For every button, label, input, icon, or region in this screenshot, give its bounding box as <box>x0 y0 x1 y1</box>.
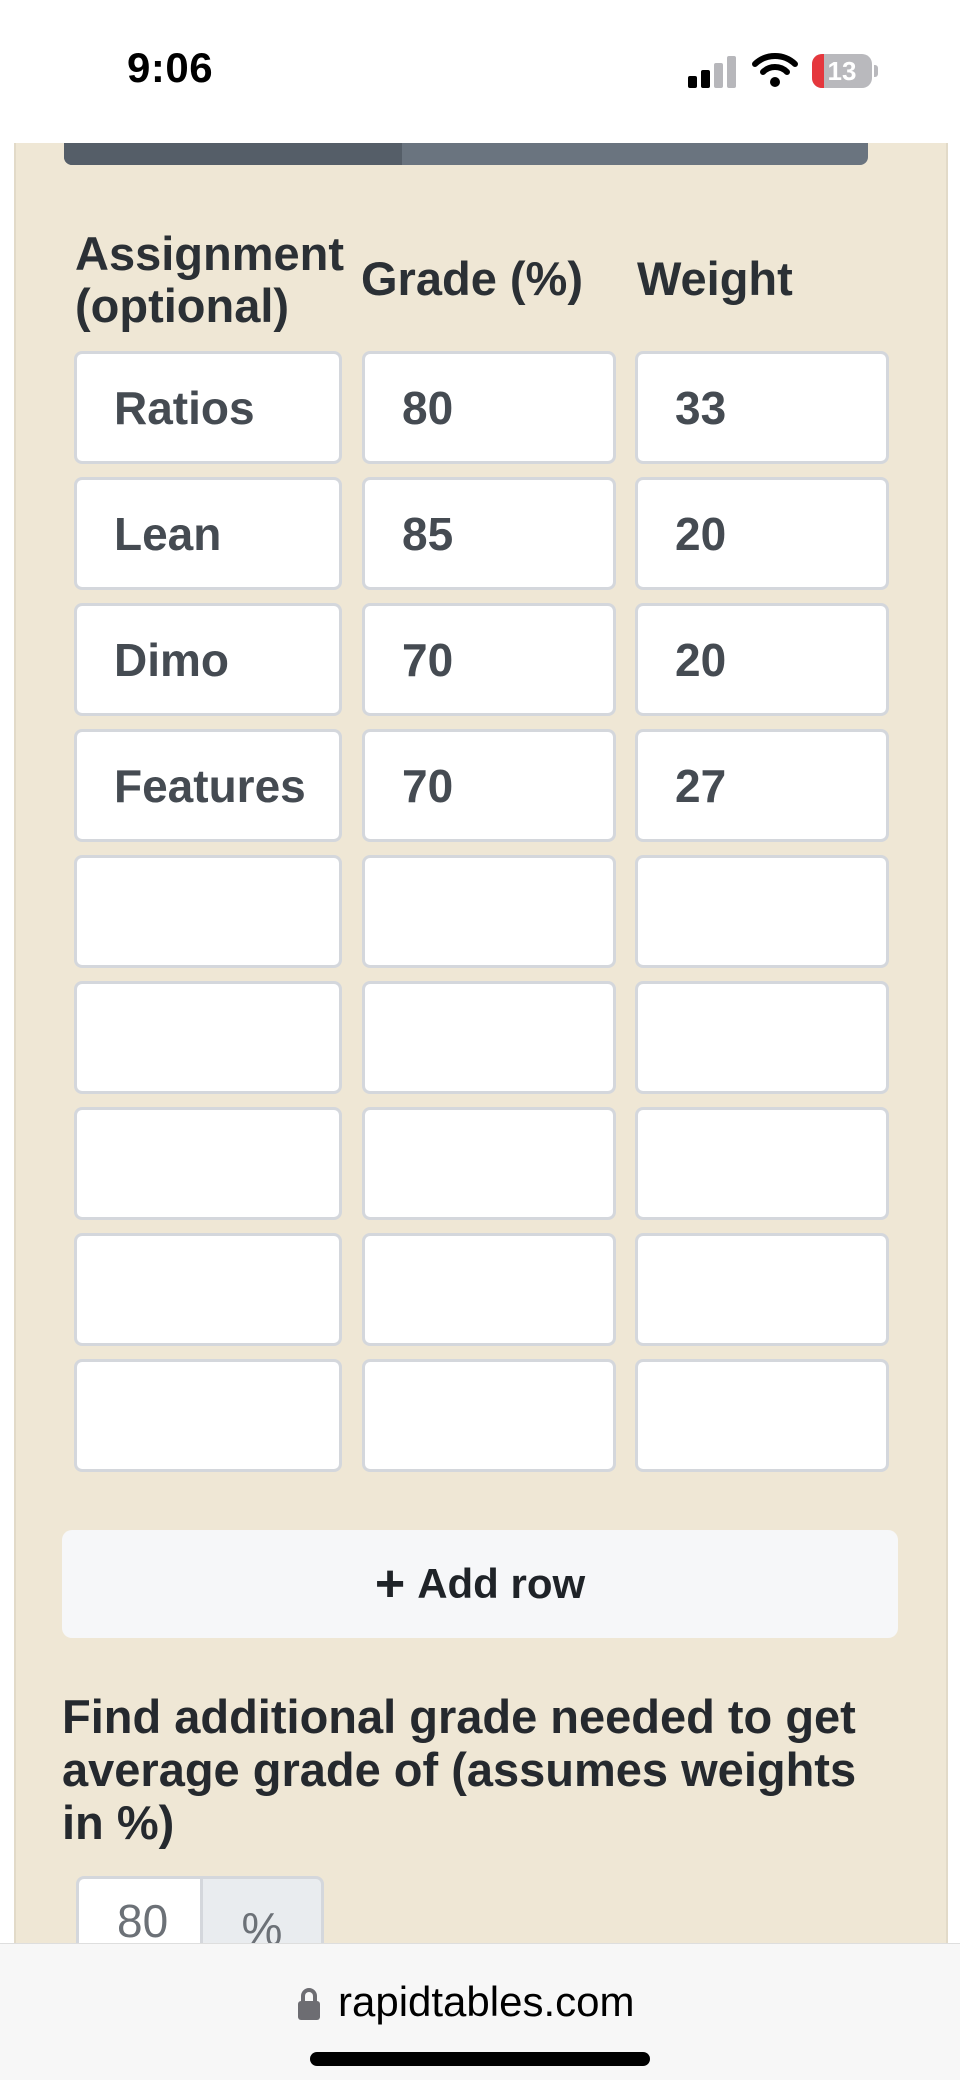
header-grade: Grade (%) <box>361 252 583 305</box>
cellular-signal-icon <box>688 56 738 88</box>
calculator-panel: Assignment (optional) Grade (%) Weight <box>14 143 948 1943</box>
weight-input[interactable] <box>635 1107 889 1220</box>
add-row-button[interactable]: + Add row <box>62 1530 898 1638</box>
assignment-input[interactable] <box>74 351 342 464</box>
assignment-input[interactable] <box>74 603 342 716</box>
grade-input[interactable] <box>362 477 616 590</box>
weight-input[interactable] <box>635 351 889 464</box>
url-text[interactable]: rapidtables.com <box>338 1978 634 2026</box>
weight-input[interactable] <box>635 1359 889 1472</box>
battery-icon: 13 <box>812 54 878 88</box>
add-row-label: Add row <box>417 1560 586 1607</box>
find-grade-description: Find additional grade needed to get aver… <box>62 1690 857 1849</box>
weight-input[interactable] <box>635 981 889 1094</box>
battery-level: 13 <box>827 56 857 86</box>
grade-input[interactable] <box>362 855 616 968</box>
weight-input[interactable] <box>635 855 889 968</box>
assignment-input[interactable] <box>74 981 342 1094</box>
grade-input[interactable] <box>362 351 616 464</box>
assignment-input[interactable] <box>74 477 342 590</box>
grade-input[interactable] <box>362 603 616 716</box>
weight-input[interactable] <box>635 603 889 716</box>
header-weight: Weight <box>637 252 793 305</box>
assignment-input[interactable] <box>74 1233 342 1346</box>
wifi-icon <box>752 52 798 88</box>
assignment-input[interactable] <box>74 855 342 968</box>
assignment-input[interactable] <box>74 1359 342 1472</box>
progress-bar <box>64 143 868 165</box>
grade-input[interactable] <box>362 1107 616 1220</box>
browser-address-bar[interactable]: rapidtables.com <box>0 1943 960 2080</box>
header-assignment: Assignment (optional) <box>75 227 344 332</box>
grade-input[interactable] <box>362 729 616 842</box>
weight-input[interactable] <box>635 729 889 842</box>
status-time: 9:06 <box>127 44 214 91</box>
weight-input[interactable] <box>635 1233 889 1346</box>
assignment-input[interactable] <box>74 729 342 842</box>
grade-input[interactable] <box>362 1359 616 1472</box>
grade-input[interactable] <box>362 1233 616 1346</box>
lock-icon <box>298 1988 320 2020</box>
grade-input[interactable] <box>362 981 616 1094</box>
plus-icon: + <box>374 1555 406 1613</box>
weight-input[interactable] <box>635 477 889 590</box>
assignment-input[interactable] <box>74 1107 342 1220</box>
progress-bar-fill <box>64 143 402 165</box>
home-indicator[interactable] <box>310 2052 650 2066</box>
status-bar: 9:06 13 <box>0 0 960 143</box>
